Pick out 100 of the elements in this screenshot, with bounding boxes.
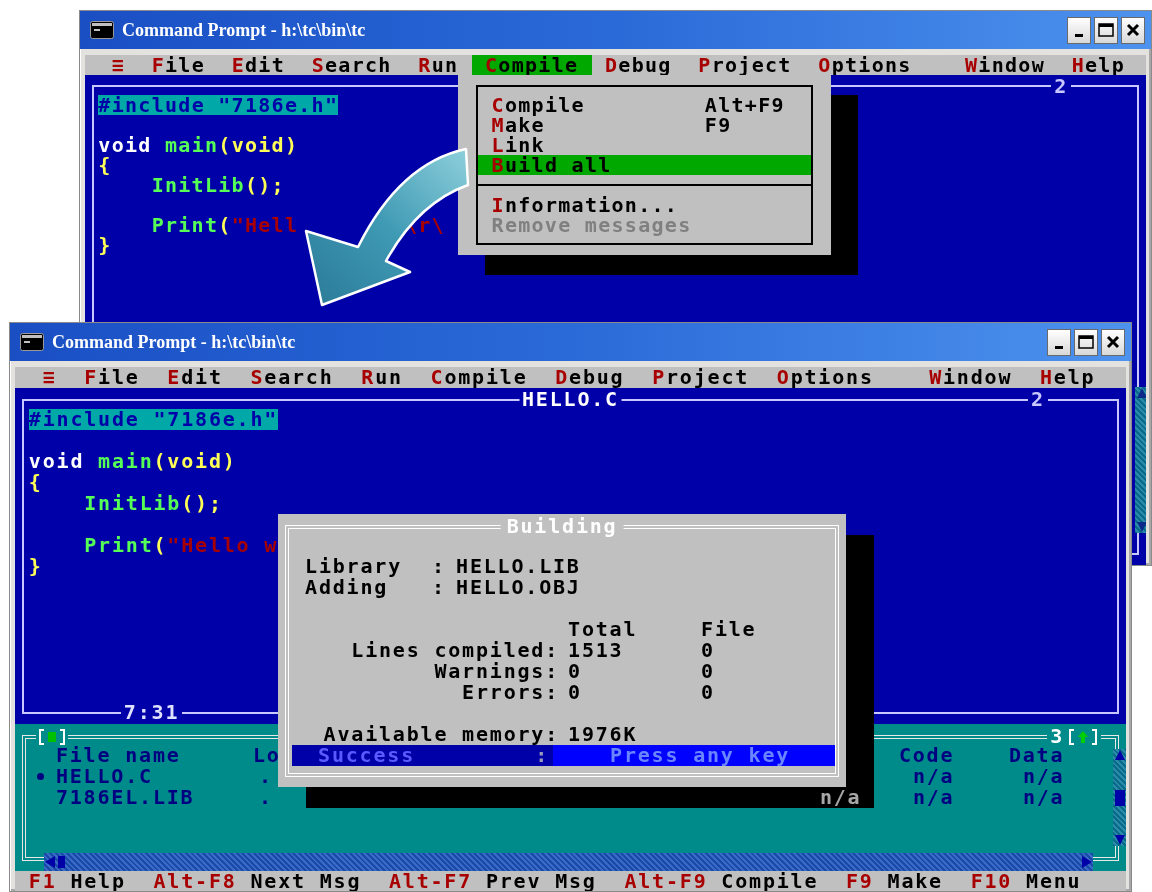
stat-label: Available memory:	[323, 724, 560, 745]
menu-item[interactable]: Edit	[218, 55, 299, 75]
stat-value: 0	[568, 661, 582, 682]
menu-item[interactable]: Options	[805, 55, 925, 75]
menu-item[interactable]: Search	[298, 55, 405, 75]
close-box-icon[interactable]	[38, 728, 65, 745]
menu-item[interactable]: Options	[762, 367, 888, 388]
menu-item[interactable]: Compile	[471, 55, 592, 75]
table-cell-text: n/a	[911, 766, 955, 787]
menu-item[interactable]: Help	[1058, 55, 1139, 75]
close-icon	[1126, 23, 1140, 37]
file-entry[interactable]: HELLO.C	[25, 766, 153, 787]
stat-value: 0	[701, 682, 715, 703]
field-separator: :	[432, 577, 446, 598]
result-text: Success	[318, 745, 416, 766]
stat-label: Warnings:	[434, 661, 560, 682]
stat-label: Errors:	[462, 682, 560, 703]
menu-option[interactable]: Make F9	[478, 115, 812, 135]
menu-item[interactable]: Run	[405, 55, 472, 75]
up-arrow-icon[interactable]	[1136, 387, 1146, 399]
column-header: File name	[54, 745, 181, 766]
window-number: 3	[1050, 726, 1065, 747]
down-arrow-icon[interactable]	[1136, 521, 1146, 533]
code-text: void	[28, 451, 85, 472]
scrollbar-thumb[interactable]	[1115, 789, 1125, 806]
minimize-button[interactable]	[1067, 16, 1091, 44]
close-icon	[1106, 335, 1120, 349]
menu-item[interactable]: Search	[236, 367, 348, 388]
zoom-box-icon[interactable]	[1068, 728, 1099, 745]
code-text: Print	[151, 215, 219, 235]
console-icon	[20, 333, 44, 351]
code-text: {	[98, 155, 112, 175]
maximize-button[interactable]	[1074, 328, 1098, 356]
minimize-icon	[1075, 33, 1083, 37]
stat-value: 0	[701, 640, 715, 661]
menu-option[interactable]: Compile Alt+F9	[478, 95, 812, 115]
horizontal-scrollbar[interactable]	[43, 853, 1094, 871]
menu-item[interactable]: Compile	[416, 367, 542, 388]
code-text: main	[164, 135, 219, 155]
vertical-scrollbar[interactable]	[1113, 749, 1126, 846]
code-text: InitLib	[84, 493, 182, 514]
code-text: void	[98, 135, 152, 155]
column-header: File	[701, 619, 757, 640]
menu-item[interactable]: Project	[638, 367, 763, 388]
column-header: Data	[1008, 745, 1065, 766]
field-value: HELLO.LIB	[456, 556, 581, 577]
code-text: (	[218, 215, 232, 235]
right-arrow-icon[interactable]	[1081, 855, 1094, 869]
field-separator: :	[432, 556, 446, 577]
maximize-button[interactable]	[1094, 16, 1118, 44]
table-cell-text: n/a	[911, 787, 955, 808]
console-icon	[90, 21, 114, 39]
menu-option[interactable]: Build all	[478, 155, 812, 175]
code-text: {	[28, 472, 43, 493]
table-cell-text: .	[257, 787, 273, 808]
menu-item[interactable]: Debug	[541, 367, 639, 388]
menu-option[interactable]: Information...	[478, 195, 812, 215]
status-hotkey[interactable]: F9 Make	[846, 871, 943, 891]
minimize-button[interactable]	[1047, 328, 1071, 356]
menu-item[interactable]: Window	[951, 55, 1059, 75]
file-entry[interactable]: 7186EL.LIB	[25, 787, 195, 808]
menu-option[interactable]: Link	[478, 135, 812, 155]
table-cell-text: n/a	[818, 787, 862, 808]
menu-item[interactable]: ≡	[98, 55, 139, 75]
status-hotkey[interactable]: F10 Menu	[970, 871, 1082, 891]
menu-item[interactable]: Run	[347, 367, 417, 388]
column-header: Total	[568, 619, 638, 640]
code-text: (	[153, 535, 168, 556]
field-value: HELLO.OBJ	[456, 577, 581, 598]
down-arrow-icon[interactable]	[1114, 834, 1126, 846]
menu-item[interactable]: Debug	[591, 55, 685, 75]
menu-item[interactable]: Window	[915, 367, 1027, 388]
window-number: 2	[1051, 76, 1071, 96]
code-text: (void)	[153, 451, 237, 472]
stat-value: 1976K	[568, 724, 638, 745]
left-arrow-icon[interactable]	[43, 855, 66, 869]
menu-item[interactable]: Project	[685, 55, 805, 75]
column-header: Code	[898, 745, 955, 766]
maximize-icon	[1078, 335, 1094, 349]
menu-item[interactable]: Help	[1026, 367, 1110, 388]
stat-value: 1513	[568, 640, 624, 661]
field-label: Library	[305, 556, 403, 577]
key-prompt: Press any key	[553, 745, 836, 766]
menu-item[interactable]: ≡	[28, 367, 71, 388]
column-header: Lo	[252, 745, 281, 766]
table-cell-text: .	[257, 766, 273, 787]
close-button[interactable]	[1101, 328, 1125, 356]
code-text: #include "7186e.h"	[28, 409, 279, 430]
code-text: }	[98, 235, 112, 255]
up-arrow-icon[interactable]	[1114, 749, 1126, 761]
stat-label: Lines compiled:	[351, 640, 560, 661]
menu-item[interactable]: File	[70, 367, 154, 388]
vertical-scrollbar[interactable]	[1135, 387, 1146, 533]
code-text: Print	[84, 535, 154, 556]
close-button[interactable]	[1121, 16, 1145, 44]
window-title: Command Prompt - h:\tc\bin\tc	[52, 331, 296, 353]
menu-item[interactable]: File	[138, 55, 219, 75]
minimize-icon	[1055, 345, 1063, 349]
menu-item[interactable]: Edit	[153, 367, 237, 388]
code-text: "Hell	[231, 215, 299, 235]
